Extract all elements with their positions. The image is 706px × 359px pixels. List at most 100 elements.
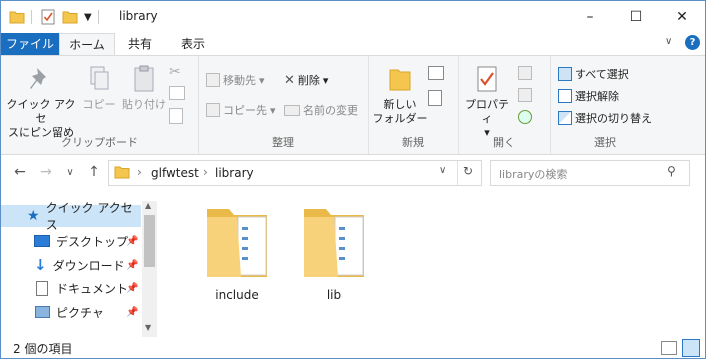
new-folder-quick-icon[interactable] [62, 10, 78, 24]
nav-item-downloads[interactable]: ↓ ダウンロード 📌 [1, 254, 141, 276]
title-bar: ▼ library – ☐ ✕ [1, 1, 705, 33]
nav-item-documents[interactable]: ドキュメント 📌 [1, 277, 141, 299]
paste-shortcut-icon[interactable] [169, 108, 183, 124]
close-button[interactable]: ✕ [659, 1, 705, 33]
invert-selection-label: 選択の切り替え [575, 112, 652, 125]
nav-quick-access[interactable]: ★ クイック アクセス [1, 201, 141, 232]
tab-share[interactable]: 共有 [115, 33, 165, 55]
breadcrumb-separator-1: › [137, 165, 142, 179]
move-to-button[interactable]: 移動先 ▾ [206, 72, 265, 88]
nav-item-desktop-label: デスクトップ [56, 234, 129, 249]
minimize-button[interactable]: – [567, 1, 613, 33]
folder-label-lib: lib [326, 288, 342, 302]
invert-selection-button[interactable]: 選択の切り替え [558, 110, 652, 126]
copy-to-button[interactable]: コピー先 ▾ [206, 102, 276, 118]
explorer-window: ▼ library – ☐ ✕ ファイル ホーム 共有 表示 ∨ ? クイック … [0, 0, 706, 359]
navigation-bar: ← → ∨ ↑ › glfwtest › library ∨ ↻ library… [1, 157, 705, 187]
nav-scrollbar[interactable]: ▲ ▼ [142, 201, 157, 337]
paste-button[interactable]: 貼り付け [121, 64, 167, 112]
folder-icon[interactable] [9, 10, 25, 24]
tab-home[interactable]: ホーム [59, 33, 115, 56]
select-all-icon [558, 67, 572, 81]
tab-file[interactable]: ファイル [1, 33, 59, 55]
search-icon[interactable]: ⚲ [667, 164, 676, 178]
scroll-down-icon[interactable]: ▼ [145, 323, 151, 332]
easy-access-icon[interactable] [428, 90, 442, 106]
properties-label: プロパティ [465, 98, 509, 125]
group-select: すべて選択 選択解除 選択の切り替え 選択 [550, 56, 660, 154]
group-open: プロパティ ▾ 開く [458, 56, 551, 154]
select-none-label: 選択解除 [575, 90, 619, 103]
tab-view[interactable]: 表示 [165, 33, 221, 55]
folder-icon [304, 209, 364, 277]
rename-button[interactable]: 名前の変更 [284, 102, 358, 118]
pin-quick-access-label-1: クイック アクセ [6, 98, 76, 125]
new-group-label: 新規 [402, 136, 424, 149]
clipboard-group-label: クリップボード [61, 136, 138, 149]
organize-group-label: 整理 [272, 136, 294, 149]
scroll-up-icon[interactable]: ▲ [145, 201, 151, 210]
delete-button[interactable]: ✕ 削除 ▾ [284, 72, 328, 88]
folder-item-include[interactable]: include [187, 203, 287, 302]
address-dropdown-icon[interactable]: ∨ [439, 165, 446, 176]
copy-path-icon[interactable] [169, 86, 185, 100]
forward-arrow-icon[interactable]: → [37, 163, 55, 181]
search-box[interactable]: libraryの検索 ⚲ [490, 160, 690, 186]
ribbon-tabs: ファイル ホーム 共有 表示 ∨ ? [1, 33, 705, 56]
up-arrow-icon[interactable]: ↑ [85, 163, 103, 181]
properties-quick-icon[interactable] [40, 9, 56, 25]
breadcrumb-glfwtest[interactable]: glfwtest [151, 166, 199, 180]
paste-label: 貼り付け [122, 98, 166, 111]
desktop-icon [34, 235, 50, 247]
copy-button[interactable]: コピー [79, 64, 119, 112]
customize-qa-icon[interactable]: ▼ [84, 12, 92, 23]
move-to-label: 移動先 [223, 74, 256, 87]
new-folder-label-1: 新しい [383, 98, 417, 111]
select-all-button[interactable]: すべて選択 [558, 66, 629, 82]
scroll-thumb[interactable] [144, 215, 155, 267]
delete-icon: ✕ [284, 72, 295, 88]
back-arrow-icon[interactable]: ← [11, 163, 29, 181]
new-folder-button[interactable]: 新しい フォルダー [372, 64, 428, 126]
delete-label: 削除 [297, 74, 320, 87]
group-new: 新しい フォルダー 新規 [368, 56, 459, 154]
refresh-icon[interactable]: ↻ [463, 164, 473, 178]
properties-button[interactable]: プロパティ ▾ [460, 64, 514, 140]
recent-locations-icon[interactable]: ∨ [61, 163, 79, 181]
file-list: include lib [159, 191, 705, 337]
maximize-button[interactable]: ☐ [613, 1, 659, 33]
new-item-icon[interactable] [428, 66, 444, 80]
cut-icon[interactable]: ✂ [169, 64, 181, 80]
status-bar: 2 個の項目 [1, 338, 705, 358]
ribbon: クイック アクセ スにピン留め コピー 貼り付け ✂ クリップボード 移動先▾ [1, 55, 705, 155]
open-icon[interactable] [518, 66, 532, 80]
move-to-icon [206, 73, 220, 87]
edit-icon[interactable] [518, 88, 532, 102]
invert-selection-icon [558, 111, 572, 125]
search-input[interactable]: libraryの検索 [499, 166, 567, 182]
address-folder-icon [114, 166, 130, 179]
nav-item-desktop[interactable]: デスクトップ 📌 [1, 230, 141, 252]
large-icons-view-icon[interactable] [682, 339, 700, 357]
download-icon: ↓ [34, 256, 47, 274]
folder-item-lib[interactable]: lib [284, 203, 384, 302]
help-icon[interactable]: ? [685, 35, 700, 50]
new-folder-label-2: フォルダー [372, 112, 428, 125]
properties-icon [477, 66, 497, 92]
navigation-pane: ★ クイック アクセス デスクトップ 📌 ↓ ダウンロード 📌 ドキュメント 📌… [1, 201, 158, 337]
history-icon[interactable] [518, 110, 532, 124]
pin-icon: 📌 [126, 235, 139, 247]
breadcrumb-separator-2: › [203, 165, 208, 179]
address-bar[interactable]: › glfwtest › library ∨ ↻ [108, 160, 482, 186]
paste-icon [134, 65, 154, 92]
window-title: library [119, 9, 158, 23]
pin-quick-access-button[interactable]: クイック アクセ スにピン留め [5, 64, 77, 140]
nav-quick-access-label: クイック アクセス [45, 201, 133, 232]
details-view-icon[interactable] [661, 341, 677, 355]
select-none-button[interactable]: 選択解除 [558, 88, 619, 104]
ribbon-expand-icon[interactable]: ∨ [665, 36, 672, 47]
breadcrumb-library[interactable]: library [215, 166, 254, 180]
star-icon: ★ [27, 208, 40, 224]
nav-item-pictures[interactable]: ピクチャ 📌 [1, 301, 141, 323]
copy-icon [90, 66, 109, 90]
